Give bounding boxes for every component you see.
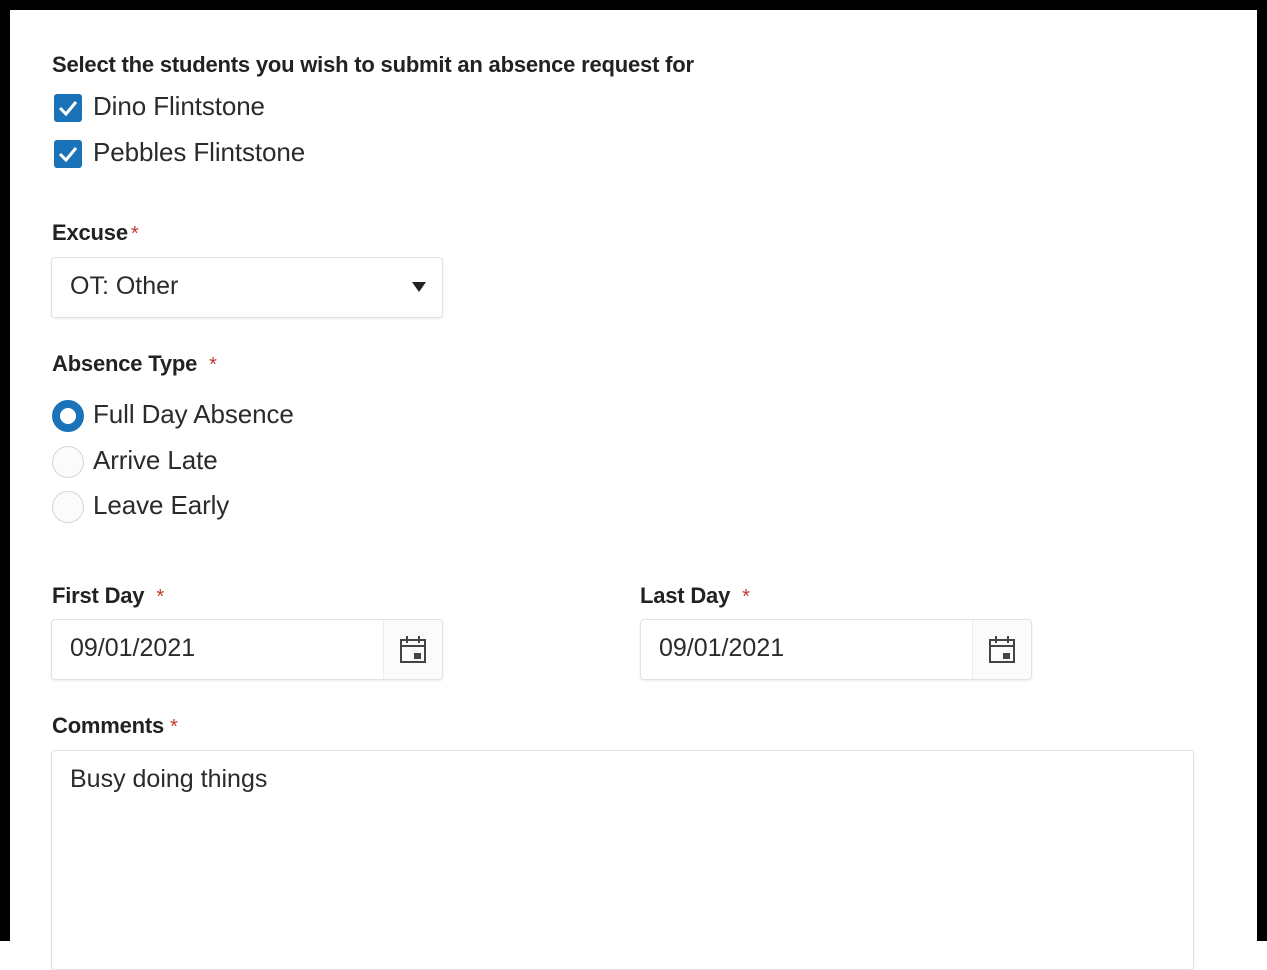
radio-unselected-icon[interactable] xyxy=(52,491,84,523)
student-option-pebbles[interactable]: Pebbles Flintstone xyxy=(52,136,372,172)
last-day-calendar-button[interactable] xyxy=(972,620,1031,679)
student-name: Dino Flintstone xyxy=(93,91,265,121)
first-day-value: 09/01/2021 xyxy=(70,634,196,662)
chevron-down-icon xyxy=(412,282,426,292)
absence-option-full-day[interactable]: Full Day Absence xyxy=(52,398,372,434)
first-day-calendar-button[interactable] xyxy=(383,620,442,679)
first-day-label: First Day * xyxy=(52,583,164,609)
absence-option-label: Full Day Absence xyxy=(93,399,294,429)
required-mark: * xyxy=(742,586,750,608)
comments-label-text: Comments xyxy=(52,713,165,738)
excuse-label: Excuse * xyxy=(52,220,139,246)
absence-option-label: Leave Early xyxy=(93,490,230,520)
excuse-select[interactable]: OT: Other xyxy=(51,257,443,318)
last-day-label: Last Day * xyxy=(640,583,750,609)
students-heading: Select the students you wish to submit a… xyxy=(52,52,694,77)
comments-textarea[interactable]: Busy doing things xyxy=(51,750,1194,970)
absence-option-label: Arrive Late xyxy=(93,445,218,475)
absence-type-label-text: Absence Type xyxy=(52,351,198,376)
calendar-icon xyxy=(989,636,1015,663)
checkbox-checked-icon[interactable] xyxy=(54,94,82,122)
required-mark: * xyxy=(209,354,217,376)
comments-label: Comments * xyxy=(52,713,178,739)
required-mark: * xyxy=(156,586,164,608)
radio-unselected-icon[interactable] xyxy=(52,446,84,478)
student-name: Pebbles Flintstone xyxy=(93,137,306,167)
last-day-date-input[interactable]: 09/01/2021 xyxy=(640,619,1032,680)
last-day-value: 09/01/2021 xyxy=(659,634,785,662)
student-option-dino[interactable]: Dino Flintstone xyxy=(52,90,372,126)
first-day-label-text: First Day xyxy=(52,583,145,608)
checkbox-checked-icon[interactable] xyxy=(54,140,82,168)
required-mark: * xyxy=(130,223,139,245)
required-mark: * xyxy=(170,716,178,738)
radio-selected-icon[interactable] xyxy=(52,400,84,432)
first-day-date-input[interactable]: 09/01/2021 xyxy=(51,619,443,680)
absence-option-arrive-late[interactable]: Arrive Late xyxy=(52,444,372,480)
excuse-selected-value: OT: Other xyxy=(70,272,179,300)
absence-option-leave-early[interactable]: Leave Early xyxy=(52,489,372,525)
calendar-icon xyxy=(400,636,426,663)
absence-request-form: Select the students you wish to submit a… xyxy=(0,0,1267,970)
excuse-label-text: Excuse xyxy=(52,220,128,245)
absence-type-label: Absence Type * xyxy=(52,351,217,377)
last-day-label-text: Last Day xyxy=(640,583,731,608)
